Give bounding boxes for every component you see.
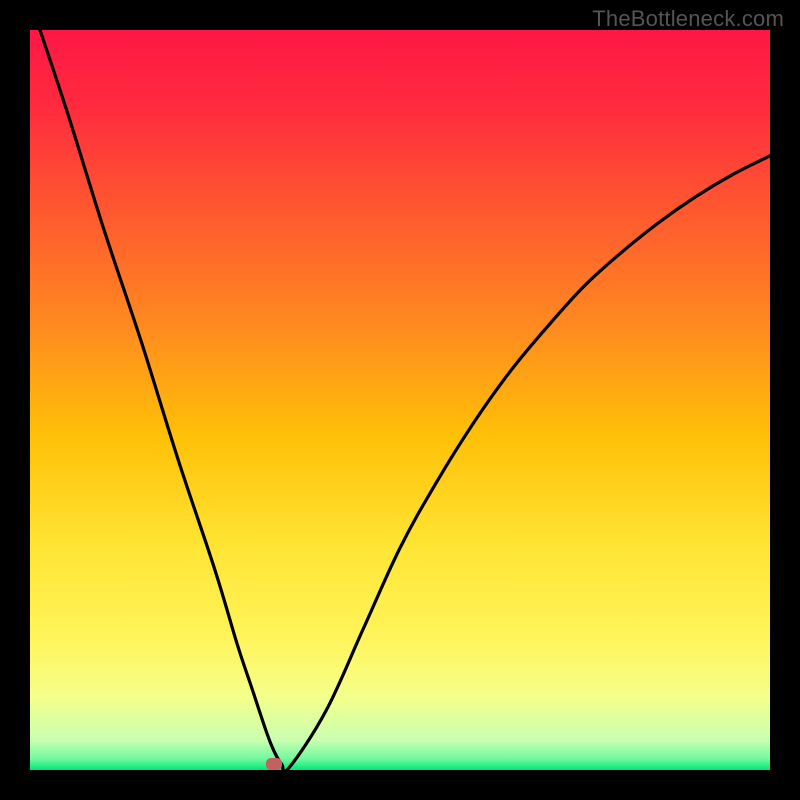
watermark-text: TheBottleneck.com: [592, 6, 784, 32]
chart-container: TheBottleneck.com: [0, 0, 800, 800]
optimum-marker: [266, 758, 282, 770]
bottleneck-curve: [30, 30, 770, 770]
plot-area: [30, 30, 770, 770]
